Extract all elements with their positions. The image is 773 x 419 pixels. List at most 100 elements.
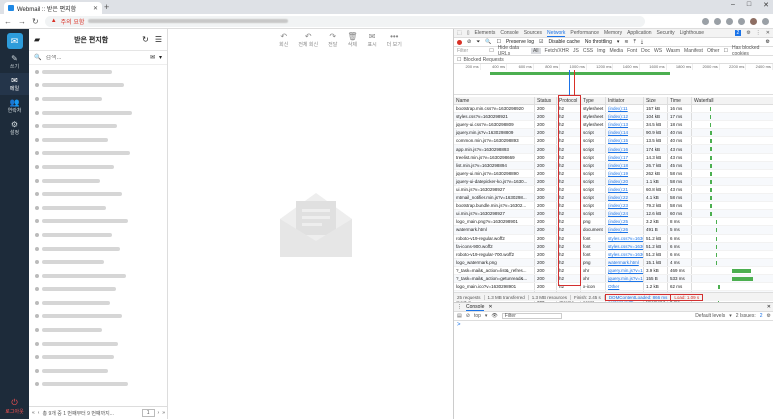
prev-page-icon[interactable]: ‹ [38,410,40,416]
devtools-tab-memory[interactable]: Memory [604,30,622,37]
list-options-icon[interactable]: ☰ [155,35,162,44]
first-page-icon[interactable]: « [32,410,35,416]
import-icon[interactable]: ⤒ [634,39,636,45]
back-icon[interactable]: ← [4,17,12,26]
clear-icon[interactable]: ⊘ [467,39,471,45]
close-devtools-icon[interactable]: ✕ [766,30,770,36]
devtools-tab-elements[interactable]: Elements [475,30,496,37]
filter-type-all[interactable]: All [530,48,541,54]
extension-icon[interactable] [726,17,733,25]
request-initiator[interactable]: (index):18 [606,161,644,169]
network-request-row[interactable]: styles.css?v=1630298921 200 h2 stylesheet (i… [454,113,773,122]
request-initiator[interactable]: (index):24 [606,210,644,218]
mail-list-item[interactable] [29,160,167,174]
devtools-tab-network[interactable]: Network [547,30,566,37]
mail-list-item[interactable] [29,255,167,269]
throttling-select[interactable]: No throttling [585,39,612,45]
request-initiator[interactable]: styles.css?v=1630... [606,250,644,258]
mail-list-item[interactable] [29,378,167,392]
mail-list-item[interactable] [29,337,167,351]
devtools-tab-performance[interactable]: Performance [570,30,599,37]
extension-icon[interactable] [714,17,721,25]
mail-list-item[interactable] [29,364,167,378]
close-drawer-icon[interactable]: ✕ [488,304,492,310]
mail-list-item[interactable] [29,323,167,337]
new-tab-button[interactable]: + [104,2,109,12]
mail-list-item[interactable] [29,79,167,93]
maximize-icon[interactable]: □ [747,1,751,9]
reply-button[interactable]: ↶ 회신 [279,32,288,48]
refresh-icon[interactable]: ↻ [142,35,149,44]
wifi-icon[interactable]: ≋ [624,39,628,45]
mail-list-item[interactable] [29,187,167,201]
delete-button[interactable]: 🗑 삭제 [347,32,357,48]
mark-button[interactable]: ✉ 표시 [367,32,376,48]
mail-search-input[interactable] [45,54,146,61]
sidebar-item-settings[interactable]: ⚙ 설정 [0,117,29,139]
issues-count[interactable]: 2 [760,313,763,319]
bookmark-icon[interactable] [702,17,709,25]
devtools-tab-sources[interactable]: Sources [524,30,542,37]
last-page-icon[interactable]: » [162,410,165,416]
browser-tab[interactable]: Webmail :: 받은 편지함 ✕ [4,2,102,14]
record-icon[interactable] [457,39,462,45]
network-request-row[interactable]: roboto-v19-regular-700.woff2 200 h2 font sty… [454,250,773,259]
mail-list-item[interactable] [29,350,167,364]
request-initiator[interactable]: (index):20 [606,177,644,185]
mail-list-item[interactable] [29,119,167,133]
network-request-row[interactable]: jquery-ui-datepicker-ko.js?v=1630... 200 h… [454,177,773,186]
settings-icon[interactable]: ⚙ [746,30,750,36]
mail-list-item[interactable] [29,242,167,256]
request-initiator[interactable]: (index):14 [606,129,644,137]
request-initiator[interactable]: (index):22 [606,194,644,202]
filter-input[interactable]: Filter [457,48,485,54]
sidebar-toggle-icon[interactable]: ▤ [457,313,462,319]
console-tab[interactable]: Console [466,304,485,311]
request-initiator[interactable]: (index):15 [606,137,644,145]
mail-list-item[interactable] [29,215,167,229]
mail-list-item[interactable] [29,92,167,106]
forward-icon[interactable]: → [18,17,26,26]
request-initiator[interactable]: (index):25 [606,218,644,226]
network-request-row[interactable]: ui.min.js?v=1630298927 200 h2 script (index)… [454,210,773,219]
mail-list-item[interactable] [29,310,167,324]
request-initiator[interactable]: (index):12 [606,113,644,121]
network-request-row[interactable]: app.min.js?v=1630298893 200 h2 script (index… [454,145,773,154]
mail-list-item[interactable] [29,283,167,297]
filter-type-img[interactable]: Img [597,48,605,54]
console-filter-input[interactable]: Filter [501,313,562,319]
mail-list-item[interactable] [29,65,167,79]
mail-list-item[interactable] [29,174,167,188]
filter-type-wasm[interactable]: Wasm [666,48,680,54]
devtools-tab-security[interactable]: Security [657,30,675,37]
network-request-row[interactable]: list.min.js?v=1630298894 200 h2 script (inde… [454,161,773,170]
column-header-name[interactable]: Name [454,97,535,104]
reload-icon[interactable]: ↻ [32,17,39,26]
filter-type-other[interactable]: Other [707,48,720,54]
mail-list-item[interactable] [29,296,167,310]
network-request-row[interactable]: jquery-ui.min.js?v=1630298890 200 h2 script… [454,169,773,178]
address-bar[interactable]: ▲ 주의 요함 [44,15,645,27]
filter-type-css[interactable]: CSS [583,48,593,54]
request-initiator[interactable]: styles.css?v=1630... [606,234,644,242]
mail-list-item[interactable] [29,228,167,242]
network-request-row[interactable]: logo_main.ico?v=1630298901 200 h2 x-icon Oth… [454,283,773,292]
filter-type-fetchxhr[interactable]: Fetch/XHR [545,48,569,54]
search-icon[interactable]: 🔍 [485,39,491,45]
network-request-row[interactable]: fa-icons-900.woff2 200 h2 font styles.css?v=… [454,242,773,251]
filter-type-font[interactable]: Font [627,48,637,54]
mail-list-item[interactable] [29,147,167,161]
network-request-row[interactable]: jquery-ui.css?v=1630298809 200 h2 styleshee… [454,121,773,130]
network-overview-timeline[interactable]: 200 ms 400 ms 600 ms 800 ms 1000 ms 1200 ms 14… [454,64,773,95]
filter-type-js[interactable]: JS [573,48,579,54]
request-initiator[interactable]: (index):23 [606,202,644,210]
sidebar-item-compose[interactable]: ✎ 쓰기 [0,51,29,73]
device-toggle-icon[interactable]: ▯ [467,30,470,36]
kebab-menu-icon[interactable]: ⋮ [756,30,761,36]
request-initiator[interactable]: Other [606,283,644,291]
devtools-tab-lighthouse[interactable]: Lighthouse [680,30,704,37]
blocked-cookies-checkbox[interactable]: ☐ [723,48,727,54]
request-initiator[interactable]: (index):17 [606,153,644,161]
column-header-size[interactable]: Size [644,97,668,104]
hide-data-urls-checkbox[interactable]: ☐ [489,48,493,54]
